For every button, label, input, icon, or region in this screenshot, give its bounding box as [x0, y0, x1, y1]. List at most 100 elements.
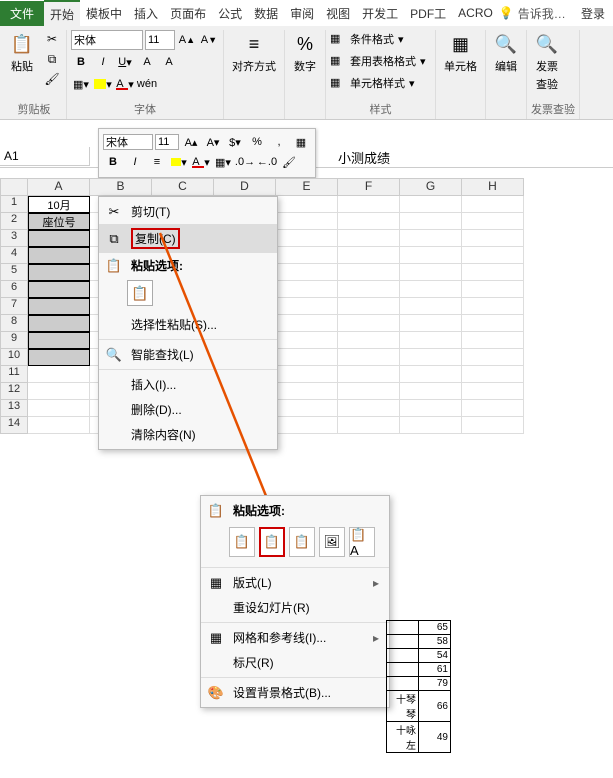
- cell[interactable]: [338, 332, 400, 349]
- menu2-ruler[interactable]: 标尺(R): [201, 650, 389, 675]
- row-header[interactable]: 10: [0, 349, 28, 366]
- menu2-grid-guides[interactable]: ▦网格和参考线(I)...▸: [201, 625, 389, 650]
- cell[interactable]: [338, 264, 400, 281]
- cell[interactable]: [400, 264, 462, 281]
- mini-align[interactable]: ≡: [147, 153, 167, 171]
- name-box[interactable]: [0, 147, 90, 166]
- cell[interactable]: [462, 332, 524, 349]
- mini-percent[interactable]: %: [247, 133, 267, 151]
- cell[interactable]: [338, 366, 400, 383]
- cell[interactable]: [338, 213, 400, 230]
- font-sub-button[interactable]: A: [159, 52, 179, 72]
- row-header[interactable]: 12: [0, 383, 28, 400]
- mini-comma[interactable]: ,: [269, 133, 289, 151]
- cell[interactable]: [276, 366, 338, 383]
- row-header[interactable]: 9: [0, 332, 28, 349]
- tab-pagelayout[interactable]: 页面布: [164, 1, 212, 26]
- cell[interactable]: [462, 247, 524, 264]
- cell[interactable]: [462, 349, 524, 366]
- cell[interactable]: [28, 349, 90, 366]
- paste-opt-2-highlighted[interactable]: 📋: [259, 527, 285, 557]
- cell[interactable]: [276, 315, 338, 332]
- tab-formula[interactable]: 公式: [212, 1, 248, 26]
- mini-decrease-font[interactable]: A▾: [203, 133, 223, 151]
- cell[interactable]: [28, 315, 90, 332]
- editing-button[interactable]: 🔍编辑: [490, 30, 522, 76]
- cell[interactable]: [400, 315, 462, 332]
- cell[interactable]: [400, 417, 462, 434]
- row-header[interactable]: 6: [0, 281, 28, 298]
- cell[interactable]: [28, 366, 90, 383]
- cell[interactable]: [276, 230, 338, 247]
- mini-font-name[interactable]: [103, 134, 153, 150]
- tab-view[interactable]: 视图: [320, 1, 356, 26]
- cell[interactable]: 10月: [28, 196, 90, 213]
- font-color-button[interactable]: A▾: [115, 74, 135, 94]
- col-header-a[interactable]: A: [28, 178, 90, 196]
- row-header[interactable]: 3: [0, 230, 28, 247]
- row-header[interactable]: 13: [0, 400, 28, 417]
- mini-currency[interactable]: $▾: [225, 133, 245, 151]
- cell[interactable]: [338, 196, 400, 213]
- col-header-c[interactable]: C: [152, 178, 214, 196]
- row-header[interactable]: 1: [0, 196, 28, 213]
- cell[interactable]: [28, 332, 90, 349]
- tab-data[interactable]: 数据: [248, 1, 284, 26]
- cell[interactable]: [462, 417, 524, 434]
- invoice-button[interactable]: 🔍发票查验: [531, 30, 563, 94]
- menu-paste-special[interactable]: 选择性粘贴(S)...: [99, 312, 277, 337]
- cell[interactable]: [400, 298, 462, 315]
- cell[interactable]: [462, 281, 524, 298]
- format-painter-button[interactable]: 🖌: [42, 70, 62, 88]
- cell[interactable]: [276, 196, 338, 213]
- col-header-h[interactable]: H: [462, 178, 524, 196]
- paste-button[interactable]: 📋 粘贴: [6, 30, 38, 76]
- col-header-b[interactable]: B: [90, 178, 152, 196]
- cell[interactable]: [28, 264, 90, 281]
- mini-fill[interactable]: ▾: [169, 153, 189, 171]
- menu2-background[interactable]: 🎨设置背景格式(B)...: [201, 680, 389, 705]
- cell[interactable]: [276, 349, 338, 366]
- tell-me[interactable]: 告诉我…: [518, 5, 566, 22]
- tab-pdf[interactable]: PDF工: [404, 1, 452, 26]
- cell[interactable]: [28, 230, 90, 247]
- login-link[interactable]: 登录: [581, 5, 605, 22]
- cell[interactable]: [462, 196, 524, 213]
- fill-color-button[interactable]: ▾: [93, 74, 113, 94]
- cell[interactable]: [28, 383, 90, 400]
- font-name-input[interactable]: [71, 30, 143, 50]
- cell[interactable]: 座位号: [28, 213, 90, 230]
- row-header[interactable]: 11: [0, 366, 28, 383]
- mini-font-size[interactable]: [155, 134, 179, 150]
- mini-painter[interactable]: 🖌: [279, 153, 299, 171]
- cell[interactable]: [400, 247, 462, 264]
- cell[interactable]: [400, 230, 462, 247]
- menu-insert[interactable]: 插入(I)...: [99, 372, 277, 397]
- italic-button[interactable]: I: [93, 52, 113, 72]
- menu-copy[interactable]: ⧉复制(C): [99, 224, 277, 253]
- cell[interactable]: [28, 247, 90, 264]
- cell[interactable]: [462, 298, 524, 315]
- increase-font-button[interactable]: A▲: [177, 30, 197, 50]
- font-size-input[interactable]: [145, 30, 175, 50]
- col-header-g[interactable]: G: [400, 178, 462, 196]
- cells-button[interactable]: ▦单元格: [440, 30, 481, 76]
- menu2-reset-slide[interactable]: 重设幻灯片(R): [201, 595, 389, 620]
- tab-acro[interactable]: ACRO: [452, 2, 499, 24]
- cell[interactable]: [338, 298, 400, 315]
- cell[interactable]: [276, 264, 338, 281]
- number-button[interactable]: % 数字: [289, 30, 321, 76]
- mini-decimal-inc[interactable]: .0→: [235, 153, 255, 171]
- cell[interactable]: [462, 383, 524, 400]
- select-all-corner[interactable]: [0, 178, 28, 196]
- cell[interactable]: [400, 213, 462, 230]
- mini-fontcolor[interactable]: A▾: [191, 153, 211, 171]
- mini-italic[interactable]: I: [125, 153, 145, 171]
- decrease-font-button[interactable]: A▼: [199, 30, 219, 50]
- row-header[interactable]: 2: [0, 213, 28, 230]
- cell[interactable]: [28, 281, 90, 298]
- menu-delete[interactable]: 删除(D)...: [99, 397, 277, 422]
- copy-button[interactable]: ⧉: [42, 50, 62, 68]
- row-header[interactable]: 5: [0, 264, 28, 281]
- cell[interactable]: [400, 332, 462, 349]
